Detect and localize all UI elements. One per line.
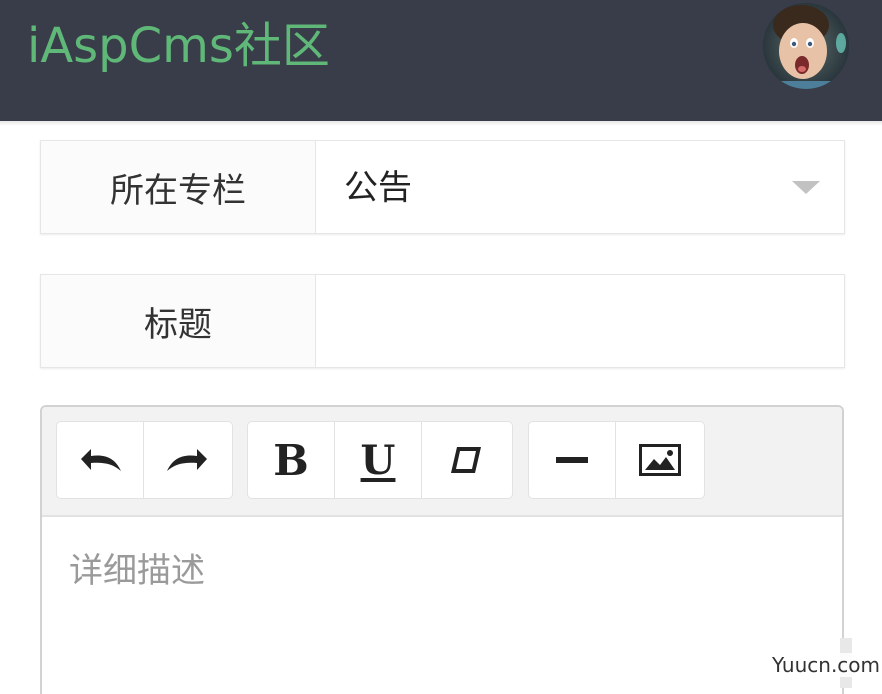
insert-tool-group: [528, 421, 705, 499]
title-field-wrap: [316, 275, 844, 367]
history-tool-group: [56, 421, 233, 499]
title-row: 标题: [40, 274, 845, 368]
image-icon: [638, 444, 681, 476]
horizontal-rule-button[interactable]: [529, 422, 616, 498]
clear-format-button[interactable]: [422, 422, 509, 498]
header-shadow: [0, 121, 882, 126]
column-select[interactable]: 公告: [316, 141, 844, 233]
column-select-row: 所在专栏 公告: [40, 140, 845, 234]
column-select-value[interactable]: 公告: [344, 168, 412, 208]
watermark: Yuucn.com: [770, 653, 882, 677]
eraser-icon: [450, 447, 481, 473]
underline-button[interactable]: U: [335, 422, 422, 498]
title-label: 标题: [41, 275, 316, 367]
editor-placeholder: 详细描述: [69, 551, 205, 591]
format-tool-group: B U: [247, 421, 513, 499]
undo-button[interactable]: [57, 422, 144, 498]
insert-image-button[interactable]: [616, 422, 703, 498]
editor-toolbar: B U: [42, 407, 842, 517]
chevron-down-icon[interactable]: [792, 181, 820, 194]
rich-text-editor: B U 详细描述: [40, 405, 844, 694]
editor-content-area[interactable]: 详细描述: [42, 517, 842, 694]
title-input[interactable]: [316, 275, 844, 367]
user-avatar[interactable]: [763, 3, 849, 89]
site-logo[interactable]: iAspCms社区: [27, 14, 330, 78]
redo-button[interactable]: [144, 422, 231, 498]
column-label: 所在专栏: [41, 141, 316, 233]
top-header: iAspCms社区: [0, 0, 882, 121]
undo-icon: [81, 449, 121, 471]
horizontal-rule-icon: [556, 457, 588, 463]
bold-button[interactable]: B: [248, 422, 335, 498]
redo-icon: [166, 449, 207, 471]
page: iAspCms社区 所在专栏 公告 标题 B U 详细描述 Yuucn.com: [0, 0, 882, 694]
